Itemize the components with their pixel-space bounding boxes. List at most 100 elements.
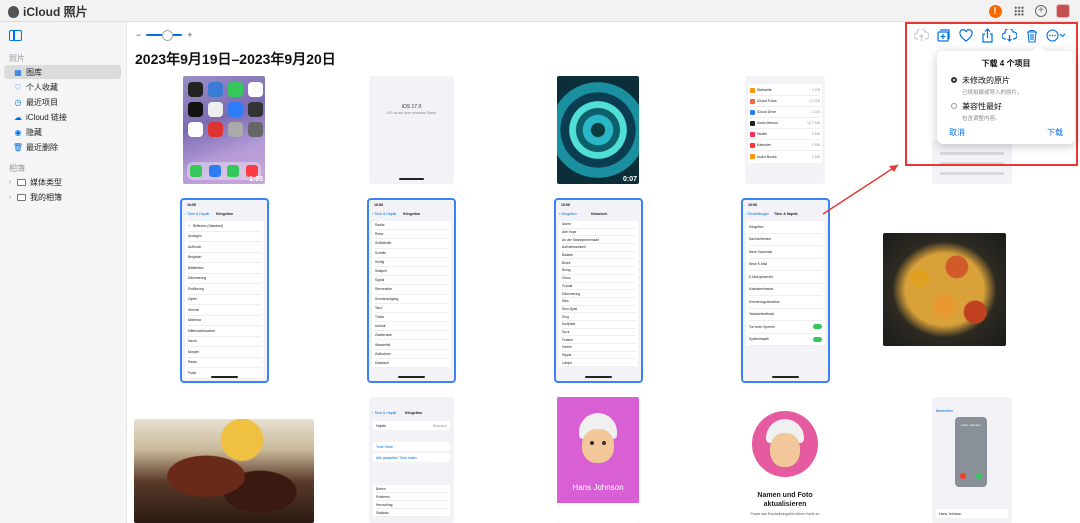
ringtone-list: Radial Reise Schildkröte Schritte Seidig Skal… (372, 221, 451, 368)
photo-tile-ringtone-list-2-selected[interactable]: 16:58 ‹ Töne & Haptik Klingelton Radial R… (367, 198, 456, 383)
photo-tile-ringtone-list-selected[interactable]: 16:58 ‹ Töne & Haptik Klingelton ✓ Reflex… (180, 198, 269, 383)
sidebar-section-photos: 照片 (9, 54, 25, 63)
list-item: Gipfel (188, 295, 261, 305)
sidebar-item-label: 图库 (26, 67, 42, 77)
sidebar-item-favorites[interactable]: ♡ 个人收藏 (4, 80, 121, 94)
option-title: 兼容性最好 (962, 102, 1002, 111)
list-item: Schritte (375, 249, 448, 258)
photo-tile-homescreen-video[interactable]: 1:05 (183, 76, 265, 184)
list-item: Stakkato (376, 509, 447, 517)
library-icon: ▦ (14, 67, 22, 77)
contact-footer (557, 503, 639, 523)
photo-tile-incoming-call[interactable]: Bearbeiten Hans Johnson Hans Johnson (932, 397, 1012, 523)
list-item: Ballade (562, 252, 635, 260)
list-item: Zauberstab (375, 331, 448, 341)
account-avatar[interactable] (1055, 3, 1071, 19)
photo-tile-haptics-settings[interactable]: ‹ Töne & Haptik Klingelton Haptik Standar… (369, 397, 454, 523)
download-button[interactable]: 下载 (1047, 127, 1063, 138)
photo-tile-storage-settings[interactable]: Startseite 2 GB iCloud Fotos 1,3 GB iCloud… (745, 76, 825, 184)
chevron-right-icon[interactable]: › (9, 179, 13, 186)
list-item: E-Mail gesendet (749, 271, 822, 284)
option-subtitle: 已续拍摄或导入的原片。 (962, 90, 1023, 96)
zoom-in-button[interactable]: + (187, 30, 192, 40)
folder-icon (17, 193, 26, 201)
sidebar-item-hidden[interactable]: ◉ 隐藏 (4, 125, 121, 139)
app-brand[interactable]: iCloud 照片 (8, 3, 88, 20)
option-most-compatible[interactable]: 兼容性最好 包含调整内容。 (951, 101, 1002, 122)
video-duration: 1:05 (248, 176, 263, 183)
ios-status: iOS ist auf dem neuesten Stand (386, 111, 437, 115)
date-range-title: 2023年9月19日–2023年9月20日 (135, 51, 336, 67)
list-item: Dibs (562, 298, 635, 306)
back-link: ‹ Einstellungen (746, 212, 770, 216)
option-unmodified-original[interactable]: 未修改的原片已续拍摄或导入的原片。 (951, 75, 1023, 96)
haptik-list: Beben Pulsieren Herzschlag Stakkato (373, 485, 450, 517)
cancel-button[interactable]: 取消 (949, 127, 965, 138)
list-item: Blättertanz (188, 263, 261, 274)
caller-name: Hans Johnson (961, 423, 981, 427)
list-item: Erinnerungshinweise (749, 296, 822, 309)
toggle-switch (813, 336, 822, 342)
photo-tile-memoji-contact[interactable]: Hans Johnson (557, 397, 639, 523)
list-item: Ton beim Sperren (749, 321, 822, 334)
list-item: Klingelton (749, 221, 822, 234)
zoom-out-button[interactable]: − (136, 30, 141, 40)
list-item: Herzschlag (376, 501, 447, 509)
classic-list: Alarm Alte Hupe An der Strandpromenade Aufm… (559, 221, 638, 368)
sidebar-item-recents[interactable]: ◷ 最近项目 (4, 95, 121, 109)
list-item: Schildkröte (375, 239, 448, 249)
sidebar-item-label: 个人收藏 (26, 82, 58, 92)
contact-field: Hans Johnson (936, 509, 1008, 518)
list-item: Nacht (188, 337, 261, 347)
list-item: An der Strandpromenade (562, 236, 635, 245)
photo-tile-sounds-haptics-selected[interactable]: 16:58 ‹ Einstellungen Töne & Haptik Klin… (741, 198, 830, 383)
app-grid-icon[interactable] (1011, 3, 1027, 19)
redownload-link: Alle gekauften Töne laden (373, 453, 450, 462)
avatar (1056, 4, 1070, 18)
sidebar-item-media-types[interactable]: › 媒体类型 (4, 175, 121, 189)
photo-tile-grilled-meat[interactable] (134, 419, 314, 523)
list-item: Beben (376, 485, 447, 493)
zoom-control[interactable]: − + (136, 30, 193, 41)
photo-tile-classic-list-selected[interactable]: 16:58 ‹ Klingelton Klassisch Alarm Alte H… (554, 198, 643, 383)
sidebar-item-my-albums[interactable]: › 我的相簿 (4, 190, 121, 204)
list-item: Tanz (375, 304, 448, 313)
radio-unselected-icon[interactable] (951, 103, 957, 109)
screen-title: Töne & Haptik (774, 212, 798, 216)
photo-tile-kaleidoscope-video[interactable]: 0:07 (557, 76, 639, 184)
chevron-right-icon[interactable]: › (9, 194, 13, 201)
sidebar-item-label: 媒体类型 (30, 177, 62, 187)
photo-tile-ios-update[interactable]: iOS 17.0 iOS ist auf dem neuesten Stand (369, 76, 454, 184)
list-item: Reise (375, 230, 448, 240)
sidebar-item-library[interactable]: ▦ 图库 (4, 65, 121, 79)
status-time: 16:58 (748, 203, 757, 207)
back-link: ‹ Töne & Haptik (372, 212, 397, 216)
list-item: Alte Hupe (562, 229, 635, 237)
list-item: Voice Memos 12,7 MB (750, 118, 820, 129)
edit-link: Bearbeiten (936, 409, 953, 413)
home-indicator (585, 376, 612, 378)
list-item: ✓ Reflexion (Standard) (188, 221, 261, 232)
sidebar-item-icloud-links[interactable]: ☁ iCloud 链接 (4, 110, 121, 124)
add-icon[interactable]: + (1033, 3, 1049, 19)
notification-badge[interactable]: ! (987, 3, 1003, 19)
sidebar-toggle-icon[interactable] (9, 30, 22, 41)
sidebar-item-label: 最近项目 (26, 97, 58, 107)
alert-icon: ! (988, 4, 1002, 18)
photo-tile-paella[interactable] (883, 233, 1006, 346)
zoom-slider[interactable] (146, 30, 183, 41)
screen-title: Klingelton (405, 411, 423, 415)
option-title: 未修改的原片 (962, 76, 1010, 85)
photo-tile-memoji-setup[interactable]: Namen und Foto aktualisieren Passe das E… (745, 397, 825, 523)
top-bar: iCloud 照片 ! + (0, 0, 1080, 22)
back-link: ‹ Klingelton (559, 212, 577, 216)
link-icon: ☁ (14, 112, 22, 122)
list-item: Kalender 2 MB (750, 140, 820, 151)
list-item: Harfen (562, 344, 635, 352)
list-item: Alarm (562, 221, 635, 229)
sidebar-item-recently-deleted[interactable]: 🗑 最近删除 (4, 140, 121, 154)
radio-selected-icon[interactable] (951, 77, 957, 83)
ios-version: iOS 17.0 (401, 104, 422, 110)
screen-title: Klingelton (403, 212, 421, 216)
folder-icon (17, 178, 26, 186)
